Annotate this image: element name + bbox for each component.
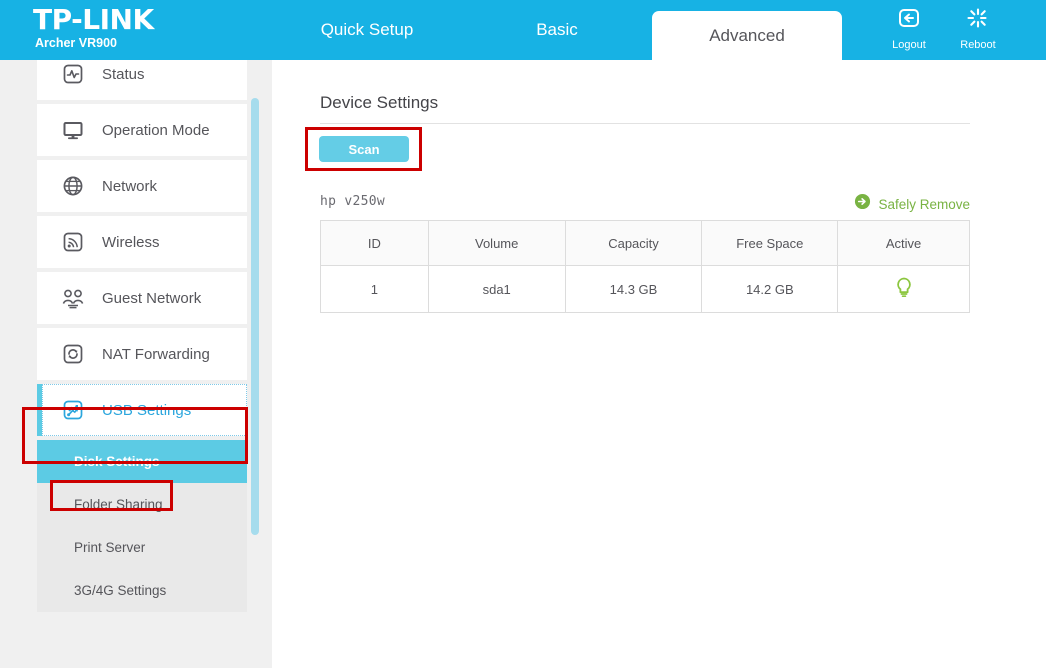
submenu-item-folder-sharing[interactable]: Folder Sharing <box>37 483 247 526</box>
wifi-icon <box>58 227 88 257</box>
submenu-item-print-server-label: Print Server <box>74 540 146 555</box>
sidebar-item-guest-network-label: Guest Network <box>102 289 202 307</box>
sidebar-menu: Status Operation Mode Network Wireless G… <box>0 60 272 612</box>
cell-capacity: 14.3 GB <box>564 265 703 313</box>
globe-icon <box>58 171 88 201</box>
main-content: Device Settings Scan hp v250w Safely Rem… <box>272 60 1046 668</box>
tab-quick-setup[interactable]: Quick Setup <box>287 0 447 60</box>
tab-advanced[interactable]: Advanced <box>652 11 842 60</box>
usb-settings-submenu: Disk Settings Folder Sharing Print Serve… <box>37 440 247 612</box>
cell-free-space: 14.2 GB <box>701 265 839 313</box>
logout-button[interactable]: Logout <box>874 7 944 55</box>
cell-volume: sda1 <box>427 265 566 313</box>
router-admin-page: TP-LINK Archer VR900 Quick Setup Basic A… <box>0 0 1046 668</box>
submenu-item-folder-sharing-label: Folder Sharing <box>74 497 163 512</box>
sidebar-item-status-label: Status <box>102 65 145 83</box>
sidebar-item-usb-settings[interactable]: USB Settings <box>37 384 247 436</box>
sidebar-item-operation-mode-label: Operation Mode <box>102 121 210 139</box>
monitor-icon <box>58 115 88 145</box>
sidebar-item-operation-mode[interactable]: Operation Mode <box>37 104 247 156</box>
title-divider <box>320 123 970 124</box>
brand-model: Archer VR900 <box>35 36 117 50</box>
sidebar-item-network-label: Network <box>102 177 158 195</box>
usb-device-name: hp v250w <box>320 194 386 209</box>
sidebar-item-status[interactable]: Status <box>37 60 247 100</box>
sidebar-item-network[interactable]: Network <box>37 160 247 212</box>
column-header-free-space: Free Space <box>701 220 839 266</box>
guest-users-icon <box>58 283 88 313</box>
submenu-item-3g-4g-settings[interactable]: 3G/4G Settings <box>37 569 247 612</box>
disk-table: ID Volume Capacity Free Space Active 1 s… <box>320 220 970 313</box>
reboot-icon <box>965 7 991 36</box>
active-dotted-outline <box>42 384 247 436</box>
submenu-item-3g-4g-settings-label: 3G/4G Settings <box>74 583 167 598</box>
cell-active[interactable] <box>837 265 970 313</box>
scan-button-label: Scan <box>348 141 380 157</box>
sidebar-item-nat-forwarding-label: NAT Forwarding <box>102 345 210 363</box>
submenu-item-disk-settings[interactable]: Disk Settings <box>37 440 247 483</box>
reboot-button[interactable]: Reboot <box>943 7 1013 55</box>
logout-label: Logout <box>892 39 926 51</box>
table-row: 1 sda1 14.3 GB 14.2 GB <box>320 265 970 313</box>
scan-button[interactable]: Scan <box>319 136 409 162</box>
brand-logo: TP-LINK Archer VR900 <box>33 3 154 51</box>
page-title: Device Settings <box>320 93 439 112</box>
sidebar-scrollbar-thumb[interactable] <box>251 98 259 535</box>
top-header-bar: TP-LINK Archer VR900 Quick Setup Basic A… <box>0 0 1046 60</box>
reboot-label: Reboot <box>960 39 996 51</box>
sidebar-item-wireless-label: Wireless <box>102 233 160 251</box>
tab-advanced-label: Advanced <box>709 25 785 45</box>
status-pulse-icon <box>58 60 88 89</box>
column-header-active: Active <box>837 220 970 266</box>
safely-remove-icon <box>854 193 871 215</box>
cell-id: 1 <box>320 265 429 313</box>
submenu-item-disk-settings-label: Disk Settings <box>74 454 160 469</box>
safely-remove-label: Safely Remove <box>878 196 970 212</box>
tab-basic-label: Basic <box>536 20 578 39</box>
brand-name: TP-LINK <box>33 3 154 36</box>
safely-remove-button[interactable]: Safely Remove <box>854 193 970 215</box>
sidebar-item-guest-network[interactable]: Guest Network <box>37 272 247 324</box>
column-header-volume: Volume <box>427 220 566 266</box>
bulb-on-icon[interactable] <box>894 277 914 303</box>
sidebar-item-wireless[interactable]: Wireless <box>37 216 247 268</box>
sidebar-nav: Status Operation Mode Network Wireless G… <box>0 60 272 668</box>
table-header-row: ID Volume Capacity Free Space Active <box>320 220 970 266</box>
sidebar-item-nat-forwarding[interactable]: NAT Forwarding <box>37 328 247 380</box>
nat-refresh-icon <box>58 339 88 369</box>
column-header-capacity: Capacity <box>564 220 703 266</box>
submenu-item-print-server[interactable]: Print Server <box>37 526 247 569</box>
logout-icon <box>896 7 922 36</box>
tab-quick-setup-label: Quick Setup <box>320 20 414 39</box>
column-header-id: ID <box>320 220 429 266</box>
tab-basic[interactable]: Basic <box>487 0 627 60</box>
